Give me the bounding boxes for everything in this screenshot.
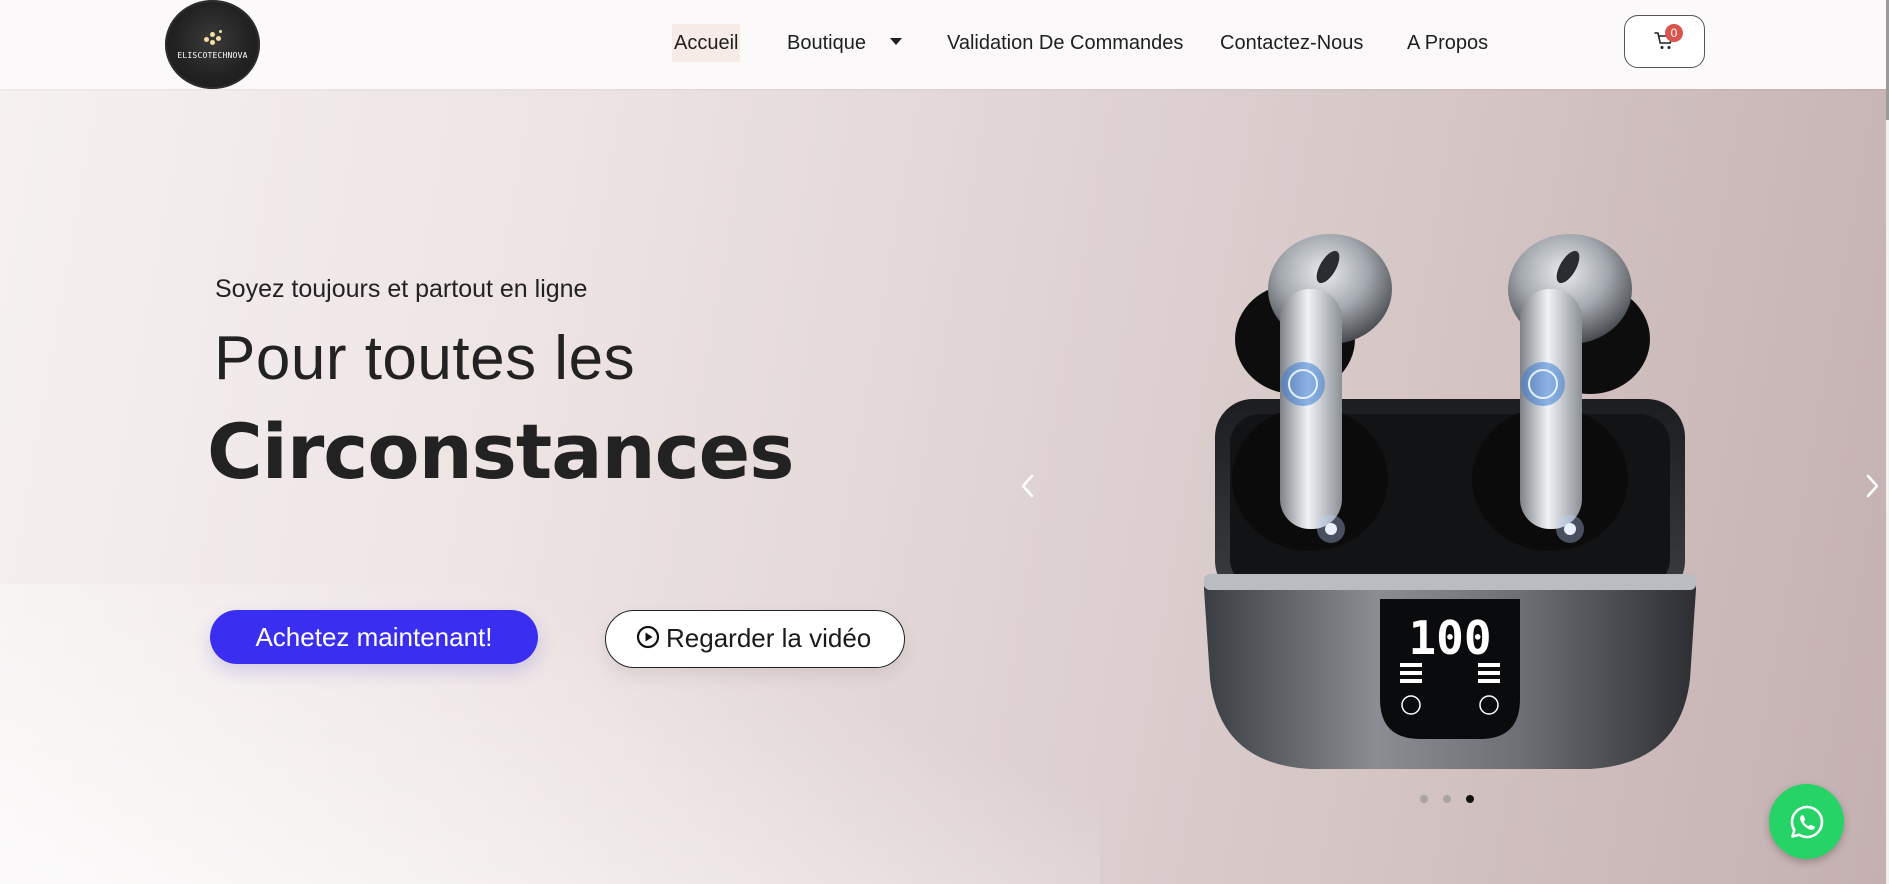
whatsapp-icon (1790, 805, 1823, 838)
watch-video-button[interactable]: Regarder la vidéo (605, 610, 905, 668)
caret-down-icon (889, 38, 902, 46)
hero-tagline: Soyez toujours et partout en ligne (215, 275, 588, 303)
page: ELISCOTECHNOVA Accueil Boutique Validati… (0, 0, 1889, 884)
slider-prev-arrow[interactable] (1017, 471, 1039, 501)
nav-item-label: Boutique (787, 32, 866, 54)
nav-item-contact[interactable]: Contactez-Nous (1220, 24, 1363, 62)
brand-logo[interactable]: ELISCOTECHNOVA (165, 0, 260, 89)
nav-item-label: Contactez-Nous (1220, 32, 1364, 54)
whatsapp-button[interactable] (1769, 784, 1844, 859)
hero-headline: Pour toutes les (214, 324, 636, 393)
slider-dot-2[interactable] (1443, 795, 1451, 803)
logo-text: ELISCOTECHNOVA (177, 51, 248, 60)
watch-video-label: Regarder la vidéo (666, 623, 872, 653)
product-earbuds-image: 100 (1204, 234, 1696, 769)
slider-dot-1[interactable] (1420, 795, 1428, 803)
slider-pagination (1420, 795, 1480, 807)
buy-now-button[interactable]: Achetez maintenant! (210, 610, 538, 664)
hero-slider: Soyez toujours et partout en ligne Pour … (0, 89, 1889, 884)
nav-item-validation[interactable]: Validation De Commandes (947, 24, 1183, 62)
slider-next-arrow[interactable] (1861, 471, 1883, 501)
play-circle-icon (636, 626, 660, 649)
nav-item-label: Accueil (674, 32, 739, 54)
slider-dot-3[interactable] (1466, 795, 1474, 803)
hero-headline-bold: Circonstances (207, 407, 794, 496)
logo-mark-icon (202, 29, 224, 47)
nav-item-label: A Propos (1407, 32, 1489, 54)
nav-item-apropos[interactable]: A Propos (1407, 24, 1488, 62)
nav-item-accueil[interactable]: Accueil (672, 24, 741, 62)
hero-background-fade (0, 584, 1100, 884)
site-header: ELISCOTECHNOVA Accueil Boutique Validati… (0, 0, 1889, 89)
cart-button[interactable]: 0 (1624, 15, 1705, 68)
nav-item-boutique[interactable]: Boutique (787, 24, 902, 62)
nav-item-label: Validation De Commandes (947, 32, 1184, 54)
cart-count-badge: 0 (1665, 24, 1683, 42)
svg-text:100: 100 (1408, 611, 1491, 665)
